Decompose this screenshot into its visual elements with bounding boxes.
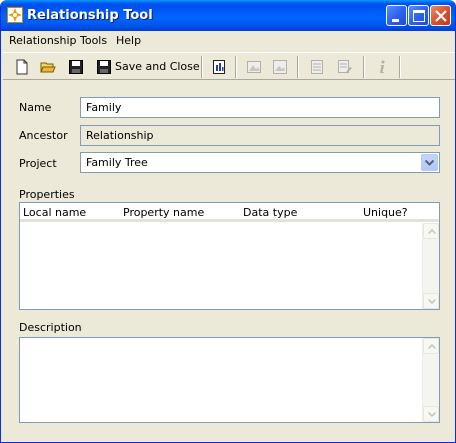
column-local-name[interactable]: Local name (23, 206, 86, 219)
scroll-down-button[interactable] (423, 293, 439, 309)
toolbar-separator (235, 56, 237, 78)
column-property-name[interactable]: Property name (123, 206, 204, 219)
save-and-close-button[interactable]: Save and Close (93, 56, 200, 78)
properties-scrollbar[interactable] (422, 223, 439, 309)
report-icon (213, 60, 225, 74)
info-icon (380, 60, 385, 73)
new-icon (16, 59, 28, 75)
project-label: Project (19, 157, 57, 170)
toolbar-separator (201, 56, 203, 78)
description-field[interactable] (19, 337, 440, 423)
menu-relationship[interactable]: Relationship (9, 34, 77, 47)
minimize-button[interactable] (386, 5, 407, 26)
save-button[interactable] (65, 56, 87, 78)
chevron-up-icon (428, 344, 436, 349)
list-icon (311, 60, 323, 74)
open-icon (40, 62, 56, 73)
minimize-icon (392, 19, 399, 22)
save-and-close-label: Save and Close (115, 60, 200, 73)
column-data-type[interactable]: Data type (243, 206, 297, 219)
toolbar-separator (399, 56, 401, 78)
ancestor-label: Ancestor (19, 129, 68, 142)
chevron-down-icon (428, 412, 436, 417)
edit-list-button[interactable] (334, 56, 356, 78)
properties-label: Properties (19, 188, 75, 201)
column-unique[interactable]: Unique? (363, 206, 408, 219)
close-button[interactable] (430, 5, 451, 26)
name-field[interactable]: Family (80, 97, 440, 118)
scroll-down-button[interactable] (423, 406, 439, 422)
close-icon (435, 10, 447, 22)
relationship-tool-window: Relationship Tool Relationship Tools Hel… (0, 0, 456, 443)
ancestor-field: Relationship (80, 125, 440, 146)
project-value: Family Tree (86, 156, 148, 169)
menu-help[interactable]: Help (116, 34, 141, 47)
chevron-down-icon (425, 160, 434, 166)
scroll-up-button[interactable] (423, 223, 439, 239)
info-button[interactable] (371, 56, 393, 78)
name-label: Name (19, 101, 52, 114)
chevron-up-icon (428, 229, 436, 234)
save-close-icon (97, 60, 111, 74)
maximize-button[interactable] (408, 5, 429, 26)
toolbar-separator (363, 56, 365, 78)
project-select[interactable]: Family Tree (80, 152, 440, 173)
picture-icon (273, 60, 287, 74)
description-scrollbar[interactable] (422, 338, 439, 422)
toolbar-separator (297, 56, 299, 78)
new-button[interactable] (11, 56, 33, 78)
image-icon (247, 61, 261, 73)
picture-button[interactable] (269, 56, 291, 78)
window-title: Relationship Tool (27, 8, 153, 23)
edit-list-icon (338, 60, 352, 73)
list-button[interactable] (306, 56, 328, 78)
app-icon (7, 7, 23, 23)
description-label: Description (19, 321, 82, 334)
image-button[interactable] (243, 56, 265, 78)
open-button[interactable] (37, 56, 59, 78)
chevron-down-icon (428, 299, 436, 304)
toolbar: Save and Close (3, 52, 455, 80)
menu-tools[interactable]: Tools (80, 34, 107, 47)
properties-table-header: Local name Property name Data type Uniqu… (20, 203, 439, 222)
properties-table[interactable]: Local name Property name Data type Uniqu… (19, 202, 440, 310)
menu-bar: Relationship Tools Help (1, 31, 455, 51)
scroll-up-button[interactable] (423, 338, 439, 354)
report-button[interactable] (208, 56, 230, 78)
title-bar[interactable]: Relationship Tool (1, 0, 455, 31)
project-dropdown-button[interactable] (421, 154, 438, 171)
save-icon (69, 60, 83, 74)
maximize-icon (413, 10, 425, 22)
